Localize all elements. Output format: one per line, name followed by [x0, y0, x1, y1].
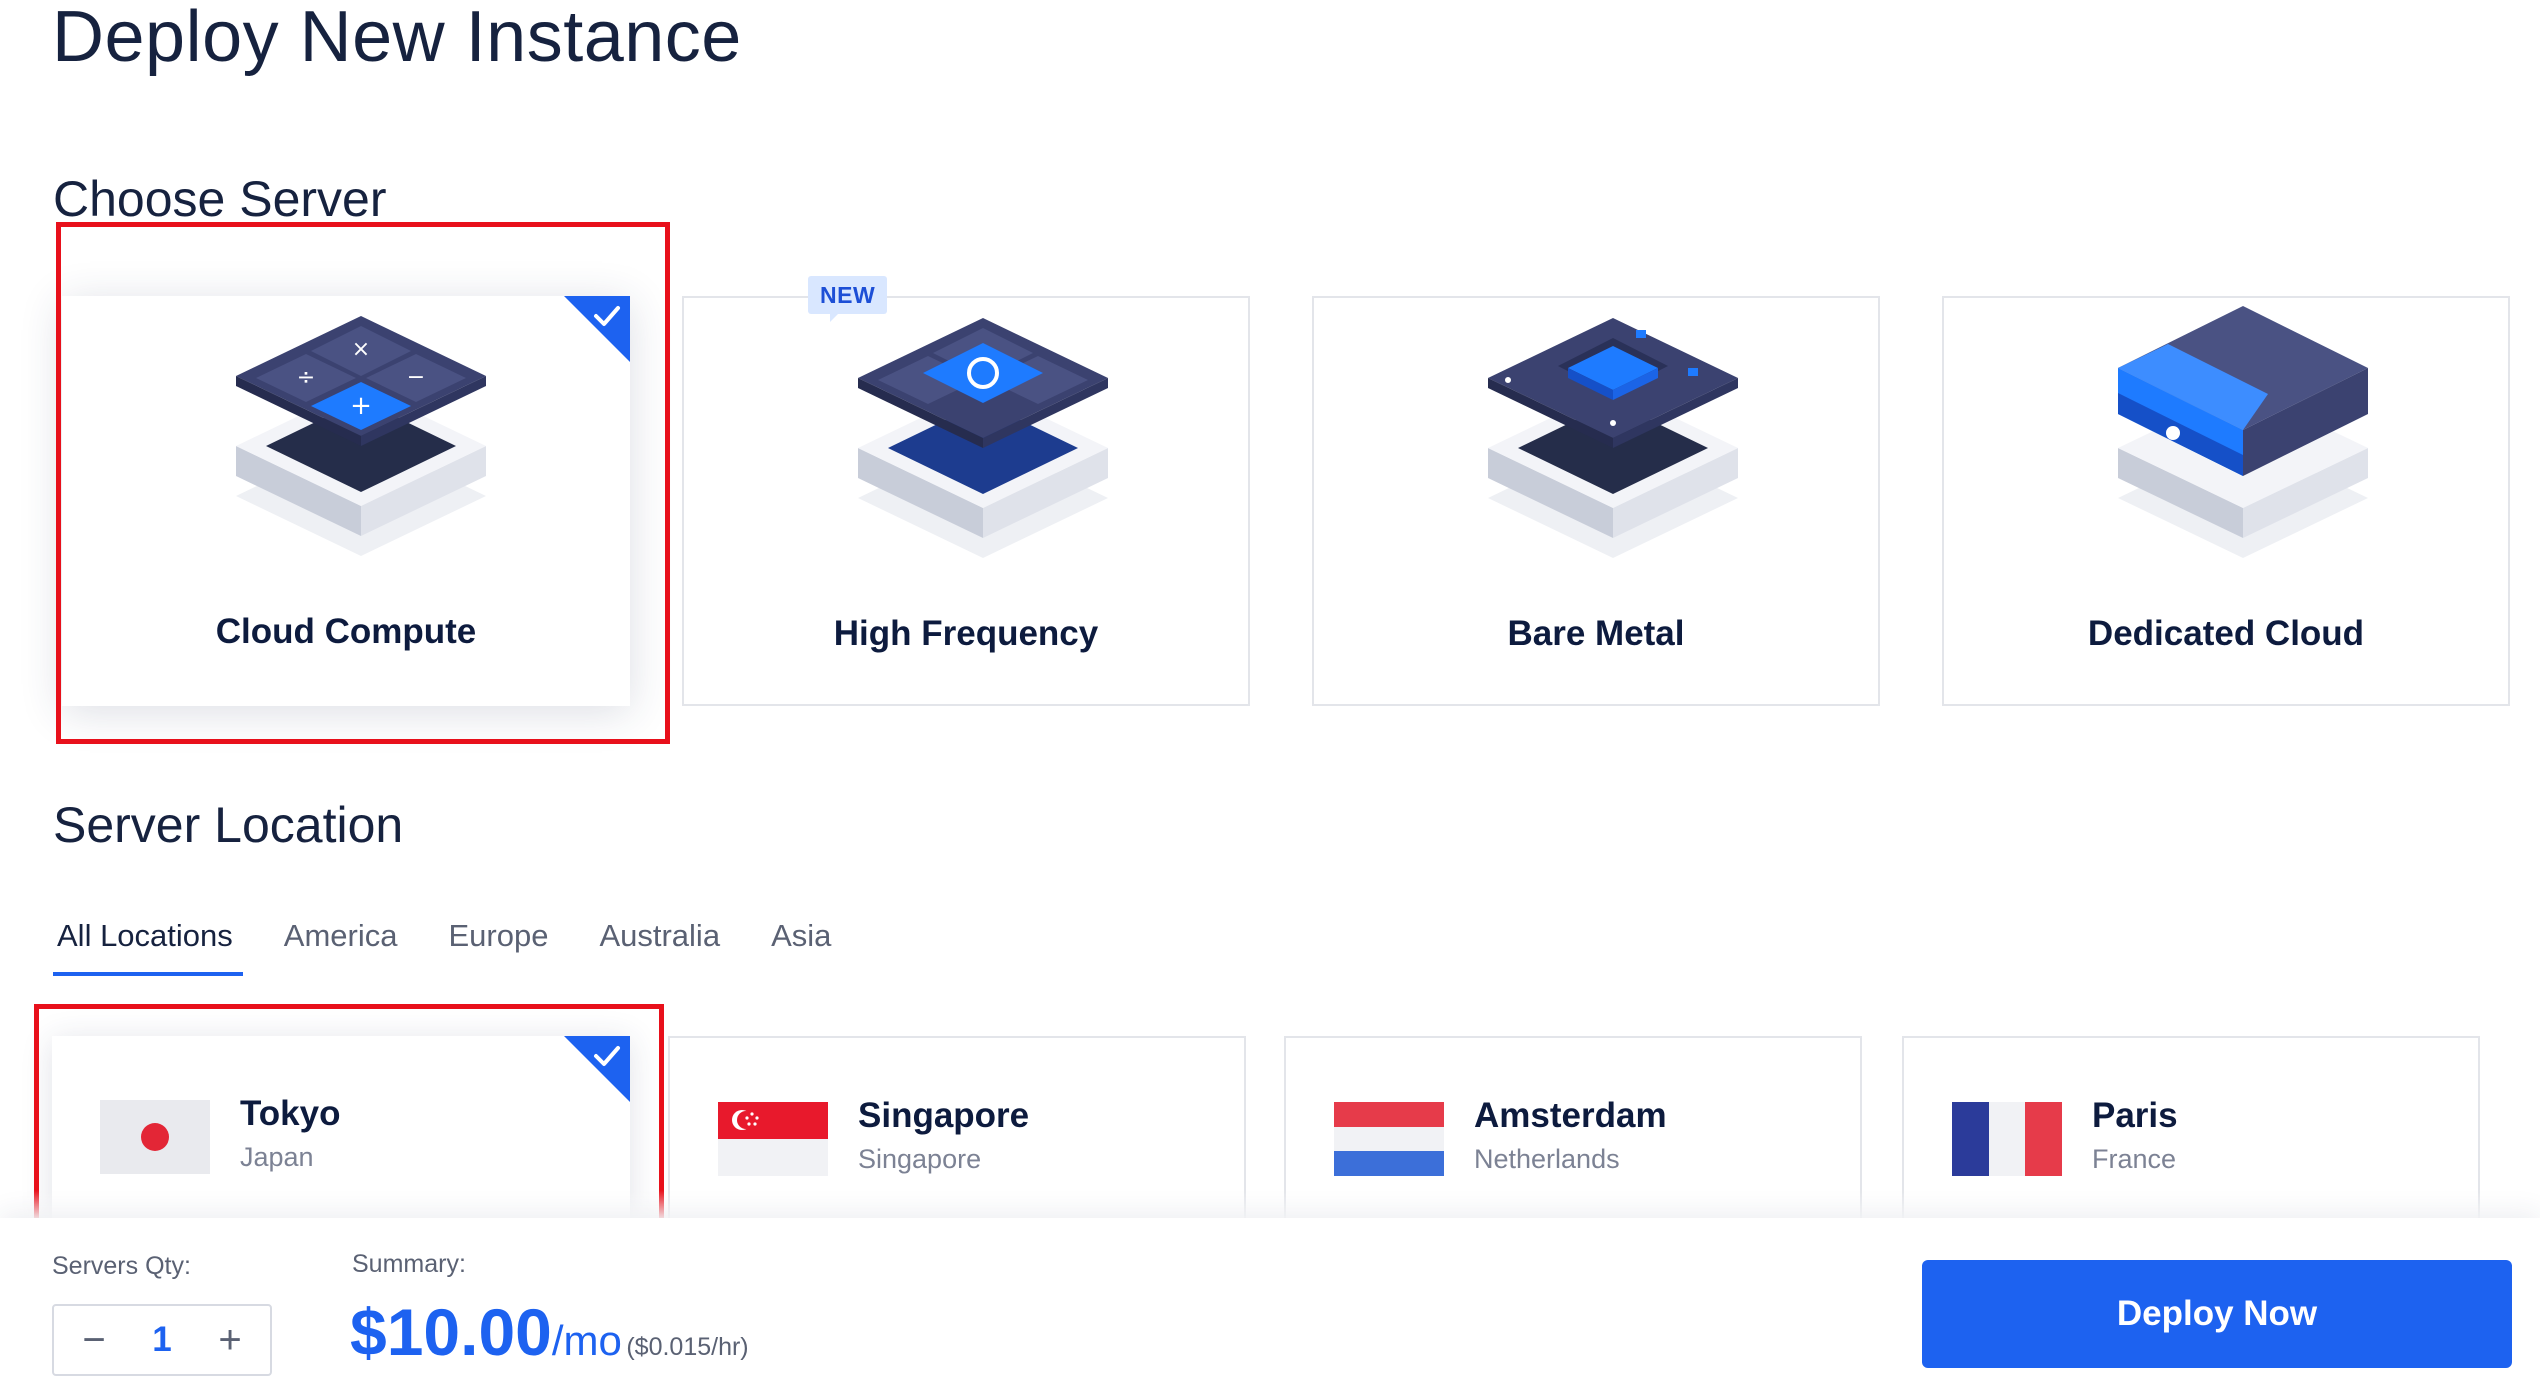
singapore-flag-icon: [718, 1102, 828, 1176]
server-option-label: Dedicated Cloud: [2087, 614, 2365, 653]
server-location-title: Server Location: [53, 797, 404, 853]
france-flag-icon: [1952, 1102, 2062, 1176]
server-option-label: Bare Metal: [1507, 614, 1685, 653]
cloud-compute-server-icon: × − ÷ +: [236, 316, 486, 556]
deploy-now-button[interactable]: Deploy Now: [1922, 1260, 2512, 1368]
decrement-button[interactable]: −: [74, 1320, 114, 1360]
deploy-summary-bar: Servers Qty: − 1 + Summary: $10.00/mo ($…: [0, 1218, 2540, 1380]
svg-text:−: −: [407, 365, 425, 390]
location-country: Netherlands: [1474, 1144, 1620, 1174]
location-city: Paris: [2092, 1096, 2178, 1135]
server-option-high-frequency[interactable]: High Frequency: [682, 296, 1250, 706]
bottom-fade: [0, 1190, 2540, 1220]
location-city: Amsterdam: [1474, 1096, 1667, 1135]
tab-all-locations[interactable]: All Locations: [53, 918, 243, 976]
bare-metal-server-icon: [1488, 318, 1738, 558]
server-option-label: Cloud Compute: [215, 612, 477, 651]
dedicated-cloud-server-icon: [2118, 306, 2368, 558]
checkmark-icon: [594, 1046, 620, 1066]
hourly-price: ($0.015/hr): [626, 1333, 749, 1361]
netherlands-flag-icon: [1334, 1102, 1444, 1176]
tab-europe[interactable]: Europe: [444, 918, 552, 976]
servers-qty-label: Servers Qty:: [52, 1252, 191, 1280]
tab-asia[interactable]: Asia: [767, 918, 835, 976]
location-country: Singapore: [858, 1144, 982, 1174]
location-tabs: All Locations America Europe Australia A…: [53, 918, 878, 976]
server-option-label: High Frequency: [833, 614, 1099, 653]
location-city: Tokyo: [240, 1094, 341, 1133]
svg-text:+: +: [350, 391, 372, 421]
location-city: Singapore: [858, 1096, 1030, 1135]
server-option-bare-metal[interactable]: Bare Metal: [1312, 296, 1880, 706]
checkmark-icon: [594, 306, 620, 326]
quantity-stepper: − 1 +: [52, 1304, 272, 1376]
increment-button[interactable]: +: [210, 1320, 250, 1360]
location-country: Japan: [240, 1142, 314, 1172]
location-country: France: [2092, 1144, 2177, 1174]
summary-label: Summary:: [352, 1250, 466, 1278]
tab-america[interactable]: America: [280, 918, 402, 976]
monthly-price: $10.00: [350, 1295, 552, 1369]
japan-flag-icon: [100, 1100, 210, 1174]
server-option-cloud-compute[interactable]: × − ÷ + Cloud Compute: [62, 296, 630, 706]
server-option-dedicated-cloud[interactable]: Dedicated Cloud: [1942, 296, 2510, 706]
svg-text:×: ×: [352, 337, 370, 362]
quantity-value[interactable]: 1: [152, 1320, 171, 1360]
new-badge: NEW: [808, 276, 888, 322]
high-frequency-server-icon: [858, 318, 1108, 558]
price-summary: $10.00/mo ($0.015/hr): [350, 1294, 749, 1370]
price-unit: /mo: [551, 1317, 622, 1364]
tab-australia[interactable]: Australia: [595, 918, 724, 976]
page-title: Deploy New Instance: [52, 0, 742, 77]
svg-text:÷: ÷: [297, 365, 315, 390]
choose-server-title: Choose Server: [53, 171, 387, 227]
